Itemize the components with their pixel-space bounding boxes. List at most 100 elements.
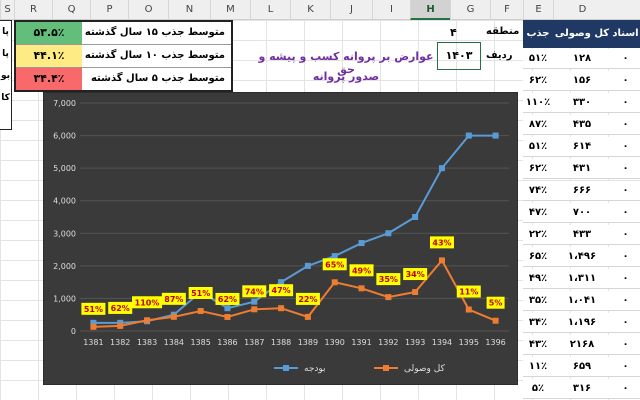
y-tick-label: 7,000 xyxy=(53,99,76,108)
column-header-g[interactable]: G xyxy=(450,0,490,20)
asnad-cell[interactable]: ۰ xyxy=(611,93,640,113)
table-row[interactable]: ۶۵٪ ۱،۴۹۶ ۰ xyxy=(523,247,640,267)
asnad-cell[interactable]: ۰ xyxy=(611,71,640,91)
jazb-cell[interactable]: ۴۹٪ xyxy=(523,269,553,289)
table-row[interactable]: ۶۲٪ ۴۳۱ ۰ xyxy=(523,159,640,179)
mantaghe-label[interactable]: منطقه xyxy=(486,26,519,37)
column-header-f[interactable]: F xyxy=(490,0,523,20)
column-header-m[interactable]: M xyxy=(210,0,250,20)
column-header-d[interactable]: D xyxy=(553,0,611,20)
table-row[interactable]: ۱۱۰٪ ۳۳۰ ۰ xyxy=(523,93,640,113)
column-header-r[interactable]: R xyxy=(14,0,52,20)
kol-vosooli-cell[interactable]: ۶۱۴ xyxy=(553,137,611,157)
kol-vosooli-cell[interactable]: ۷۰۰ xyxy=(553,203,611,223)
jazb-cell[interactable]: ۱۱٪ xyxy=(523,357,553,377)
jazb-cell[interactable]: ۵٪ xyxy=(523,379,553,399)
jazb-cell[interactable]: ۵۱٪ xyxy=(523,137,553,157)
table-row[interactable]: ۸۷٪ ۴۳۵ ۰ xyxy=(523,115,640,135)
kol-vosooli-cell[interactable]: ۶۶۶ xyxy=(553,181,611,201)
header-kol-vosooli[interactable]: کل وصولی xyxy=(553,20,611,48)
jazb-cell[interactable]: ۳۵٪ xyxy=(523,291,553,311)
radif-label[interactable]: ردیف xyxy=(486,50,513,61)
header-asnad[interactable]: اسناد xyxy=(611,20,640,48)
table-row[interactable]: ۴۷٪ ۷۰۰ ۰ xyxy=(523,203,640,223)
asnad-cell[interactable]: ۰ xyxy=(611,379,640,399)
jazb-cell[interactable]: ۱۱۰٪ xyxy=(523,93,553,113)
table-row[interactable]: ۳۵٪ ۱،۰۴۱ ۰ xyxy=(523,291,640,311)
asnad-cell[interactable]: ۰ xyxy=(611,49,640,69)
table-row[interactable]: ۶۲٪ ۱۵۶ ۰ xyxy=(523,71,640,91)
table-row[interactable]: ۴۹٪ ۱،۳۱۱ ۰ xyxy=(523,269,640,289)
asnad-cell[interactable]: ۰ xyxy=(611,313,640,333)
avg-row-15[interactable]: ۵۳.۵٪ متوسط جذب ۱۵ سال گذشته xyxy=(16,22,231,45)
kol-vosooli-cell[interactable]: ۴۳۱ xyxy=(553,159,611,179)
left-fragment-text: پا xyxy=(2,49,9,59)
kol-vosooli-cell[interactable]: ۱۲۸ xyxy=(553,49,611,69)
jazb-cell[interactable]: ۸۷٪ xyxy=(523,115,553,135)
jazb-cell[interactable]: ۶۲٪ xyxy=(523,71,553,91)
kol-vosooli-cell[interactable]: ۶۵۹ xyxy=(553,357,611,377)
kol-vosooli-cell[interactable]: ۱۵۶ xyxy=(553,71,611,91)
header-jazb[interactable]: جذب xyxy=(523,20,553,48)
table-row[interactable]: ۴۳٪ ۲۱۶۸ ۰ xyxy=(523,335,640,355)
table-row[interactable]: ۱۱٪ ۶۵۹ ۰ xyxy=(523,357,640,377)
kol-vosooli-cell[interactable]: ۴۳۳ xyxy=(553,225,611,245)
column-header-e[interactable]: E xyxy=(523,0,553,20)
asnad-cell[interactable]: ۰ xyxy=(611,137,640,157)
asnad-cell[interactable]: ۰ xyxy=(611,357,640,377)
table-row[interactable]: ۵۱٪ ۱۲۸ ۰ xyxy=(523,49,640,69)
kol-vosooli-cell[interactable]: ۴۳۵ xyxy=(553,115,611,135)
avg-row-10[interactable]: ۴۴.۱٪ متوسط جذب ۱۰ سال گذشته xyxy=(16,45,231,68)
table-row[interactable]: ۲۲٪ ۴۳۳ ۰ xyxy=(523,225,640,245)
column-header-h[interactable]: H xyxy=(410,0,450,20)
column-header-l[interactable]: L xyxy=(250,0,290,20)
asnad-cell[interactable]: ۰ xyxy=(611,115,640,135)
column-header-i[interactable]: I xyxy=(372,0,410,20)
column-header-row: SRQPONMLKJIHGFED xyxy=(0,0,640,20)
column-header-p[interactable]: P xyxy=(90,0,128,20)
kol-vosooli-cell[interactable]: ۱،۰۴۱ xyxy=(553,291,611,311)
jazb-cell[interactable]: ۲۲٪ xyxy=(523,225,553,245)
asnad-cell[interactable]: ۰ xyxy=(611,225,640,245)
jazb-cell[interactable]: ۷۴٪ xyxy=(523,181,553,201)
table-row[interactable]: ۷۴٪ ۶۶۶ ۰ xyxy=(523,181,640,201)
column-header-j[interactable]: J xyxy=(330,0,372,20)
jazb-cell[interactable]: ۶۲٪ xyxy=(523,159,553,179)
jazb-cell[interactable]: ۵۱٪ xyxy=(523,49,553,69)
data-point xyxy=(117,322,124,329)
column-header-s[interactable]: S xyxy=(0,0,14,20)
kol-vosooli-cell[interactable]: ۱،۴۹۶ xyxy=(553,247,611,267)
asnad-cell[interactable]: ۰ xyxy=(611,247,640,267)
jazb-cell[interactable]: ۴۷٪ xyxy=(523,203,553,223)
line-chart[interactable]: 0 1,000 2,000 3,000 4,000 5,000 6,000 7,000 1381… xyxy=(43,92,518,385)
table-row[interactable]: ۳۴٪ ۱،۱۹۶ ۰ xyxy=(523,313,640,333)
asnad-cell[interactable]: ۰ xyxy=(611,203,640,223)
radif-cell-selected[interactable]: ۱۴۰۳ xyxy=(437,42,481,70)
data-point xyxy=(251,306,258,313)
column-header-k[interactable]: K xyxy=(290,0,330,20)
avg-row-5[interactable]: ۳۴.۴٪ متوسط جذب ۵ سال گذشته xyxy=(16,68,231,91)
mantaghe-value[interactable]: ۴ xyxy=(450,26,457,39)
series-line-0 xyxy=(93,134,496,324)
jazb-cell[interactable]: ۳۴٪ xyxy=(523,313,553,333)
asnad-cell[interactable]: ۰ xyxy=(611,335,640,355)
asnad-cell[interactable]: ۰ xyxy=(611,159,640,179)
jazb-cell[interactable]: ۴۳٪ xyxy=(523,335,553,355)
kol-vosooli-cell[interactable]: ۲۱۶۸ xyxy=(553,335,611,355)
kol-vosooli-cell[interactable]: ۱،۳۱۱ xyxy=(553,269,611,289)
left-fragment-text: پا xyxy=(2,27,9,37)
column-header-n[interactable]: N xyxy=(168,0,210,20)
column-header-q[interactable]: Q xyxy=(52,0,90,20)
table-row[interactable]: ۵۱٪ ۶۱۴ ۰ xyxy=(523,137,640,157)
kol-vosooli-cell[interactable]: ۳۱۶ xyxy=(553,379,611,399)
asnad-cell[interactable]: ۰ xyxy=(611,269,640,289)
table-row[interactable]: ۵٪ ۳۱۶ ۰ xyxy=(523,379,640,399)
kol-vosooli-cell[interactable]: ۱،۱۹۶ xyxy=(553,313,611,333)
data-label: 62% xyxy=(111,304,130,313)
column-header-o[interactable]: O xyxy=(128,0,168,20)
data-label: 35% xyxy=(379,275,398,284)
kol-vosooli-cell[interactable]: ۳۳۰ xyxy=(553,93,611,113)
asnad-cell[interactable]: ۰ xyxy=(611,181,640,201)
asnad-cell[interactable]: ۰ xyxy=(611,291,640,311)
jazb-cell[interactable]: ۶۵٪ xyxy=(523,247,553,267)
